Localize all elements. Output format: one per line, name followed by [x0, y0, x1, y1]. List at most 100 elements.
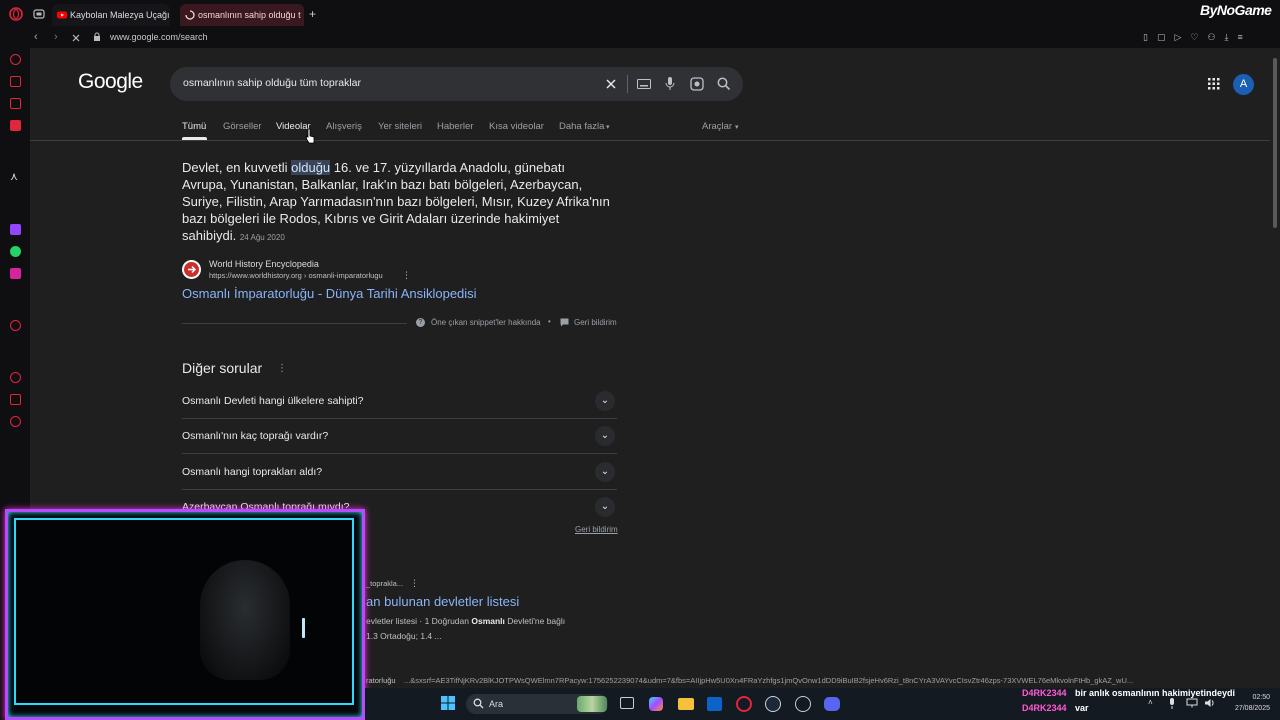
- source-url[interactable]: https://www.worldhistory.org › osmanli-i…: [209, 271, 383, 280]
- widgets-icon[interactable]: [577, 696, 607, 712]
- google-logo[interactable]: Google: [78, 70, 143, 94]
- featured-result-link[interactable]: Osmanlı İmparatorluğu - Dünya Tarihi Ans…: [182, 286, 477, 301]
- result-description: evletler listesi · 1 Doğrudan Osmanlı De…: [366, 614, 606, 644]
- chevron-down-icon[interactable]: ⌄: [595, 426, 615, 446]
- outlook-icon[interactable]: [707, 697, 722, 711]
- source-favicon[interactable]: [182, 260, 201, 279]
- whatsapp-icon[interactable]: [10, 246, 21, 257]
- apps-grid-icon[interactable]: [1208, 78, 1220, 90]
- account-avatar[interactable]: A: [1233, 74, 1254, 95]
- tab-label: Kaybolan Malezya Uçağı: [70, 10, 170, 20]
- chat-username: D4RK2344: [1022, 703, 1067, 713]
- search-input[interactable]: osmanlının sahip olduğu tüm topraklar: [183, 77, 361, 89]
- chevron-down-icon[interactable]: ⌄: [595, 497, 615, 517]
- search-divider: [627, 75, 628, 93]
- tab-all[interactable]: Tümü: [182, 121, 206, 132]
- tab-short-videos[interactable]: Kısa videolar: [489, 121, 544, 132]
- feedback-icon: [560, 318, 569, 327]
- paa-question-1[interactable]: Osmanlı Devleti hangi ülkelere sahipti?: [182, 395, 364, 407]
- clock-date: 27/08/2025: [1234, 705, 1270, 712]
- lens-camera-icon[interactable]: [690, 77, 704, 91]
- loading-spinner-icon: [185, 10, 195, 20]
- extensions-icon[interactable]: [10, 394, 21, 405]
- instagram-icon[interactable]: [10, 268, 21, 279]
- stop-reload-icon[interactable]: [71, 33, 81, 43]
- address-bar-row: ‹ › www.google.com/search ▯▢▷♡⚇⤓≡: [0, 28, 1280, 48]
- twitch-icon[interactable]: [10, 224, 21, 235]
- webcam-feed: [14, 518, 354, 705]
- tabs-divider: [30, 140, 1270, 141]
- feedback-link[interactable]: Geri bildirim: [574, 318, 617, 327]
- search-icon[interactable]: [717, 77, 731, 91]
- snippet-date: 24 Ağu 2020: [239, 233, 285, 242]
- steam-icon[interactable]: [765, 696, 781, 712]
- forward-arrow-icon[interactable]: ›: [54, 31, 58, 43]
- task-view-icon[interactable]: [620, 697, 634, 709]
- volume-icon[interactable]: [1204, 698, 1216, 708]
- discord-icon[interactable]: [824, 697, 840, 711]
- result-breadcrumb[interactable]: _toprakla...: [366, 579, 403, 588]
- paa-title: Diğer sorular: [182, 360, 263, 376]
- gmail-icon[interactable]: [10, 120, 21, 131]
- mouse-cursor-icon: [306, 128, 315, 144]
- more-options-icon[interactable]: ⋮: [402, 270, 411, 281]
- obs-icon[interactable]: [795, 696, 811, 712]
- help-icon[interactable]: ?: [416, 318, 425, 327]
- tab-malezya[interactable]: Kaybolan Malezya Uçağı: [52, 4, 170, 26]
- dot-separator: •: [548, 317, 551, 326]
- chevron-down-icon[interactable]: ⌄: [595, 391, 615, 411]
- chat-username: D4RK2344: [1022, 688, 1067, 698]
- gallery-icon[interactable]: [10, 98, 21, 109]
- opera-taskbar-icon[interactable]: [736, 696, 752, 712]
- desc-line2: 1.3 Ortadoğu; 1.4 ...: [366, 631, 442, 641]
- paa-options-icon[interactable]: ⋮: [277, 363, 287, 374]
- tools-caret-icon: ▾: [735, 124, 739, 131]
- back-arrow-icon[interactable]: ‹: [34, 31, 38, 43]
- bynogame-brand: ByNoGame: [1200, 2, 1272, 18]
- result-options-icon[interactable]: ⋮: [410, 578, 419, 589]
- tab-shopping[interactable]: Alışveriş: [326, 121, 362, 132]
- tray-chevron-icon[interactable]: ˄: [1148, 698, 1153, 707]
- file-explorer-icon[interactable]: [678, 698, 694, 710]
- pinboard-icon[interactable]: [10, 76, 21, 87]
- keyboard-icon[interactable]: [637, 79, 651, 89]
- windows-start-icon[interactable]: [441, 696, 455, 710]
- browser-toolbar-icons[interactable]: ▯▢▷♡⚇⤓≡: [1143, 32, 1252, 43]
- status-bar-url: ...&sxsrf=AE3TifNjKRv2BlKJOTPWsQWElmn7RP…: [404, 676, 1134, 685]
- copilot-icon[interactable]: [649, 697, 663, 711]
- tab-web[interactable]: Yer siteleri: [378, 121, 422, 132]
- paa-feedback-link[interactable]: Geri bildirim: [575, 525, 618, 534]
- tab-more[interactable]: Daha fazla: [559, 121, 604, 132]
- aria-icon[interactable]: [10, 54, 21, 65]
- tab-news[interactable]: Haberler: [437, 121, 473, 132]
- scrollbar-thumb[interactable]: [1273, 58, 1277, 228]
- network-icon[interactable]: [1186, 698, 1198, 708]
- tab-switcher-icon[interactable]: [33, 9, 45, 19]
- taskbar-search-label: Ara: [489, 699, 504, 709]
- aria-ai-icon[interactable]: ⋏: [10, 172, 21, 183]
- tab-images[interactable]: Görseller: [223, 121, 262, 132]
- clear-icon[interactable]: [605, 78, 617, 90]
- paa-question-2[interactable]: Osmanlı'nın kaç toprağı vardır?: [182, 430, 328, 442]
- new-tab-button[interactable]: +: [309, 7, 316, 21]
- chat-message: bir anlık osmanlının hakimiyetindeydi: [1075, 688, 1236, 698]
- lock-icon: [94, 32, 100, 41]
- microphone-icon[interactable]: [665, 76, 675, 91]
- opera-logo-icon[interactable]: [9, 7, 23, 21]
- history-icon[interactable]: [10, 372, 21, 383]
- player-icon[interactable]: [10, 320, 21, 331]
- paa-separator: [182, 489, 617, 490]
- result-link[interactable]: an bulunan devletler listesi: [366, 594, 519, 609]
- tools-button[interactable]: Araçlar: [702, 121, 732, 132]
- paa-question-3[interactable]: Osmanlı hangi toprakları aldı?: [182, 466, 322, 478]
- tray-mic-icon[interactable]: [1168, 698, 1176, 709]
- whe-logo-icon: [184, 262, 199, 277]
- url-text[interactable]: www.google.com/search: [110, 32, 208, 42]
- about-snippets-link[interactable]: Öne çıkan snippet'ler hakkında: [431, 318, 541, 327]
- chevron-down-icon[interactable]: ⌄: [595, 462, 615, 482]
- tab-osmanli-search[interactable]: osmanlının sahip olduğu t: [180, 4, 304, 26]
- settings-icon[interactable]: [10, 416, 21, 427]
- paa-separator: [182, 418, 617, 419]
- chat-message: var: [1075, 703, 1089, 713]
- source-name[interactable]: World History Encyclopedia: [209, 259, 319, 269]
